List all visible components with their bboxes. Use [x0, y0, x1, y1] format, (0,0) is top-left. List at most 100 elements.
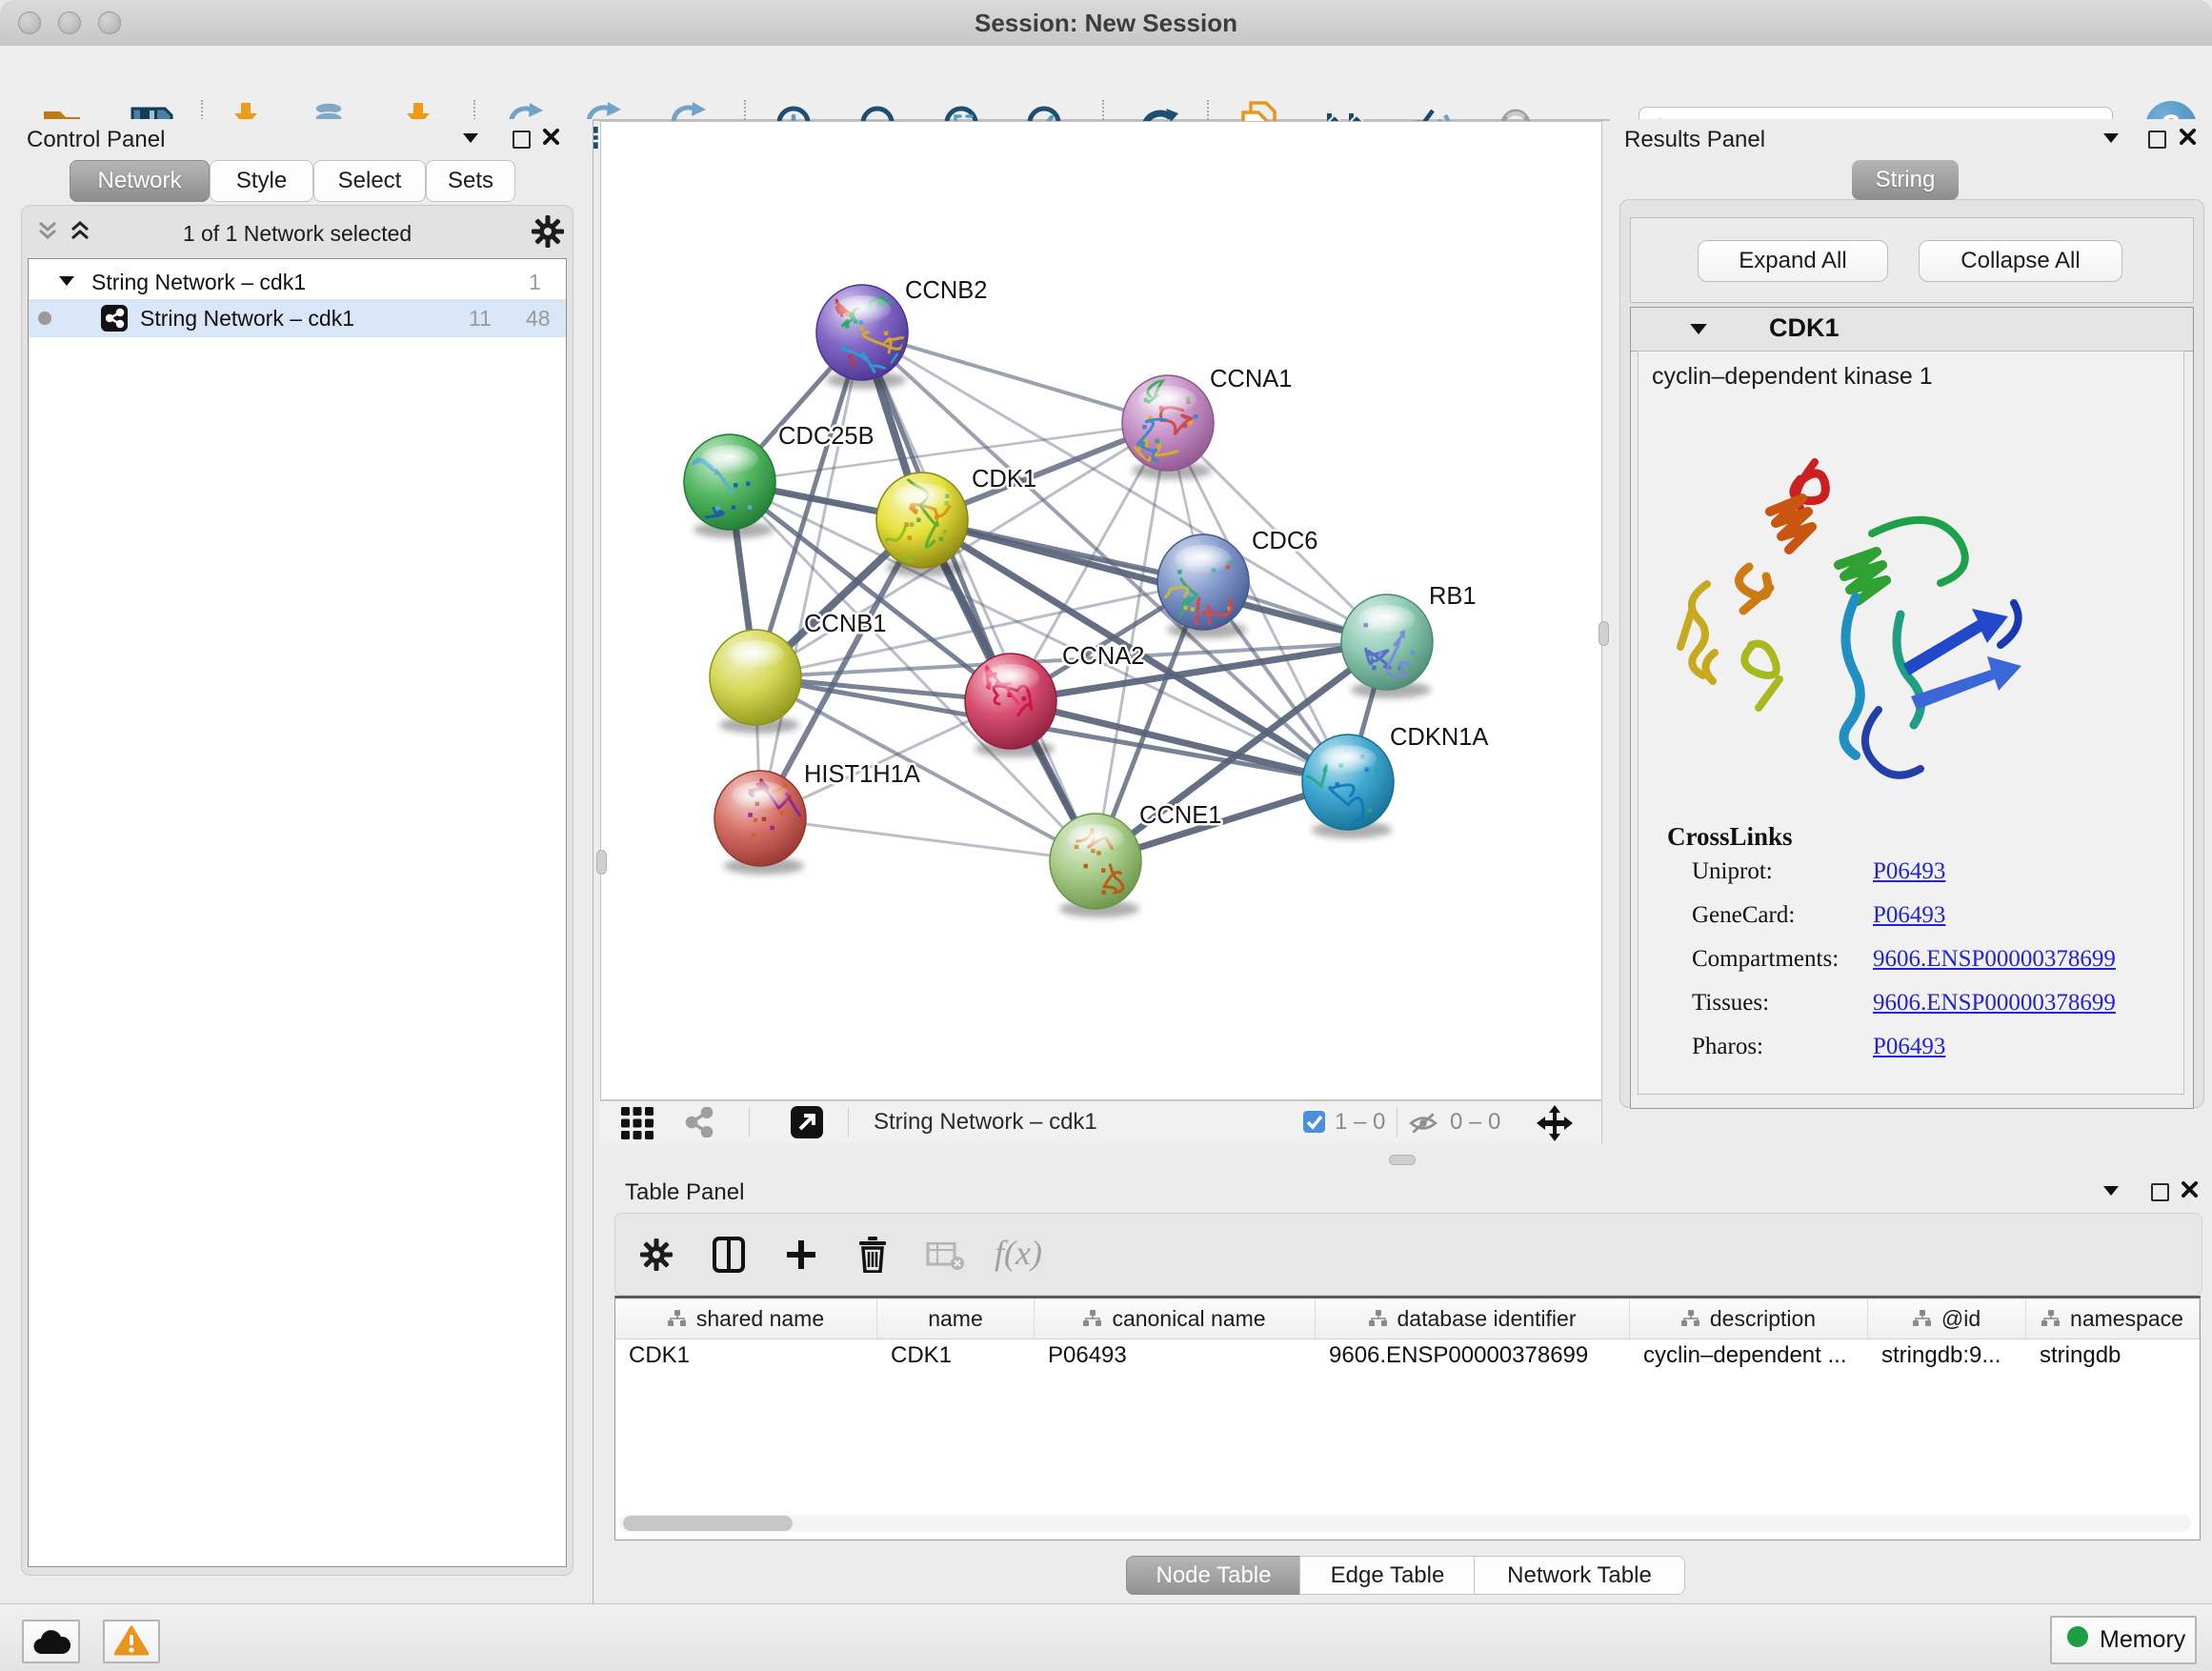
- crosslink-value-link[interactable]: 9606.ENSP00000378699: [1873, 946, 2116, 973]
- birds-eye-navigator-icon[interactable]: [1536, 1104, 1574, 1142]
- netbar-separator: [848, 1108, 849, 1137]
- selected-checkbox[interactable]: [1303, 1111, 1325, 1133]
- expand-all-button[interactable]: Expand All: [1698, 240, 1888, 282]
- table-cell[interactable]: P06493: [1035, 1339, 1316, 1375]
- crosslink-value-link[interactable]: P06493: [1873, 858, 1945, 885]
- left-splitter-handle[interactable]: [596, 850, 607, 875]
- open-in-new-window-icon[interactable]: [791, 1106, 823, 1138]
- crosslink-value-link[interactable]: 9606.ENSP00000378699: [1873, 990, 2116, 1017]
- warning-icon: [114, 1625, 149, 1656]
- memory-button[interactable]: Memory: [2050, 1616, 2197, 1664]
- bottom-splitter-handle[interactable]: [1389, 1155, 1416, 1165]
- network-options-gear-icon[interactable]: [531, 214, 565, 249]
- table-toolbar: f(x): [614, 1213, 2202, 1296]
- edge-CCNE1-HIST1H1A[interactable]: [760, 818, 1096, 861]
- tab-style[interactable]: Style: [210, 160, 313, 202]
- results-panel-menu-icon[interactable]: [2103, 133, 2119, 143]
- node-CDKN1A[interactable]: CDKN1A: [1294, 724, 1488, 838]
- grid-view-icon[interactable]: [621, 1107, 654, 1139]
- table-panel-menu-icon[interactable]: [2103, 1186, 2119, 1196]
- tab-node-table-label: Node Table: [1156, 1562, 1272, 1588]
- table-cell[interactable]: 9606.ENSP00000378699: [1316, 1339, 1630, 1375]
- column-header-database-identifier[interactable]: database identifier: [1316, 1299, 1630, 1339]
- tab-sets[interactable]: Sets: [426, 160, 515, 202]
- collection-expand-icon[interactable]: [59, 276, 74, 286]
- show-columns-icon[interactable]: [713, 1236, 745, 1274]
- delete-column-icon[interactable]: [857, 1237, 888, 1273]
- table-horizontal-scrollbar[interactable]: [619, 1515, 2191, 1532]
- network-view-share-icon[interactable]: [684, 1107, 714, 1137]
- node-CDK1[interactable]: CDK1: [876, 466, 1036, 576]
- column-header-canonical-name[interactable]: canonical name: [1035, 1299, 1316, 1339]
- table-settings-gear-icon[interactable]: [639, 1238, 674, 1272]
- cloud-button[interactable]: [22, 1620, 80, 1663]
- tab-network-table[interactable]: Network Table: [1474, 1556, 1685, 1595]
- column-header-shared-name[interactable]: shared name: [615, 1299, 877, 1339]
- control-panel-menu-icon[interactable]: [463, 133, 478, 143]
- column-header--id[interactable]: @id: [1868, 1299, 2026, 1339]
- cdk1-description: cyclin–dependent kinase 1: [1652, 363, 1933, 391]
- crosslink-row: Compartments:9606.ENSP00000378699: [1639, 946, 2183, 990]
- node-CCNE1[interactable]: CCNE1: [1050, 802, 1221, 917]
- main-toolbar: ?: [0, 46, 2212, 121]
- memory-label: Memory: [2100, 1626, 2185, 1654]
- tab-string[interactable]: String: [1852, 160, 1959, 200]
- collapse-all-button[interactable]: Collapse All: [1919, 240, 2122, 282]
- table-cell[interactable]: CDK1: [615, 1339, 877, 1375]
- table-cell[interactable]: stringdb:9...: [1868, 1339, 2026, 1375]
- results-panel-float-icon[interactable]: [2148, 131, 2166, 149]
- node-label-CDC25B: CDC25B: [778, 423, 875, 450]
- cdk1-section-header[interactable]: CDK1: [1631, 308, 2193, 352]
- column-header-namespace[interactable]: namespace: [2026, 1299, 2200, 1339]
- tab-edge-table[interactable]: Edge Table: [1299, 1556, 1476, 1595]
- table-cell[interactable]: CDK1: [877, 1339, 1035, 1375]
- network-row-label: String Network – cdk1: [140, 306, 354, 332]
- node-label-CCNA1: CCNA1: [1210, 366, 1292, 393]
- right-splitter-handle[interactable]: [1599, 621, 1609, 646]
- network-canvas[interactable]: CCNB2CCNA1CDC25BCDK1CDC6RB1CCNB1CCNA2CDK…: [600, 121, 1602, 1100]
- warning-button[interactable]: [103, 1620, 160, 1663]
- collection-count: 1: [529, 270, 541, 295]
- edge-CCNA1-CCNB2[interactable]: [862, 332, 1168, 423]
- control-panel-float-icon[interactable]: [513, 131, 531, 149]
- cdk1-collapse-icon[interactable]: [1690, 324, 1707, 334]
- column-header-name[interactable]: name: [877, 1299, 1035, 1339]
- node-HIST1H1A[interactable]: HIST1H1A: [714, 753, 920, 875]
- results-panel-close-icon[interactable]: [2180, 129, 2196, 150]
- tab-network-table-label: Network Table: [1507, 1562, 1652, 1588]
- hidden-eye-icon[interactable]: [1408, 1111, 1438, 1136]
- node-label-CCNB2: CCNB2: [905, 277, 987, 304]
- tab-node-table[interactable]: Node Table: [1126, 1556, 1301, 1595]
- tab-string-label: String: [1876, 167, 1936, 192]
- network-collection-row[interactable]: String Network – cdk1 1: [29, 267, 566, 299]
- control-panel-close-icon[interactable]: [543, 129, 559, 150]
- crosslink-value-link[interactable]: P06493: [1873, 902, 1945, 929]
- crosslink-row: Tissues:9606.ENSP00000378699: [1639, 990, 2183, 1034]
- node-CCNB2[interactable]: CCNB2: [816, 277, 987, 389]
- column-header-label: description: [1710, 1306, 1816, 1332]
- table-row[interactable]: CDK1CDK1P064939606.ENSP00000378699cyclin…: [615, 1339, 2200, 1375]
- table-panel-float-icon[interactable]: [2151, 1183, 2169, 1201]
- add-column-icon[interactable]: [785, 1238, 817, 1271]
- table-cell[interactable]: stringdb: [2026, 1339, 2200, 1375]
- tab-select[interactable]: Select: [313, 160, 426, 202]
- network-selection-status: 1 of 1 Network selected: [22, 221, 573, 247]
- cloud-icon: [32, 1629, 70, 1656]
- netbar-separator: [749, 1108, 750, 1137]
- title-bar: Session: New Session: [0, 0, 2212, 47]
- tab-network[interactable]: Network: [70, 160, 210, 202]
- table-cell[interactable]: cyclin–dependent ...: [1630, 1339, 1868, 1375]
- node-RB1[interactable]: RB1: [1341, 583, 1477, 698]
- node-label-CDKN1A: CDKN1A: [1390, 724, 1488, 751]
- tab-sets-label: Sets: [448, 168, 493, 193]
- scrollbar-thumb[interactable]: [623, 1516, 793, 1531]
- network-graph[interactable]: CCNB2CCNA1CDC25BCDK1CDC6RB1CCNB1CCNA2CDK…: [601, 122, 1601, 1099]
- network-edge-count: 48: [526, 306, 551, 332]
- table-panel-close-icon[interactable]: [2182, 1181, 2198, 1202]
- column-header-description[interactable]: description: [1630, 1299, 1868, 1339]
- protein-structure-image: [1658, 424, 2115, 805]
- expand-collapse-box: Expand All Collapse All: [1630, 217, 2194, 303]
- network-row-selected[interactable]: String Network – cdk1 11 48: [29, 299, 566, 337]
- crosslink-value-link[interactable]: P06493: [1873, 1034, 1945, 1060]
- collapse-all-label: Collapse All: [1961, 248, 2080, 273]
